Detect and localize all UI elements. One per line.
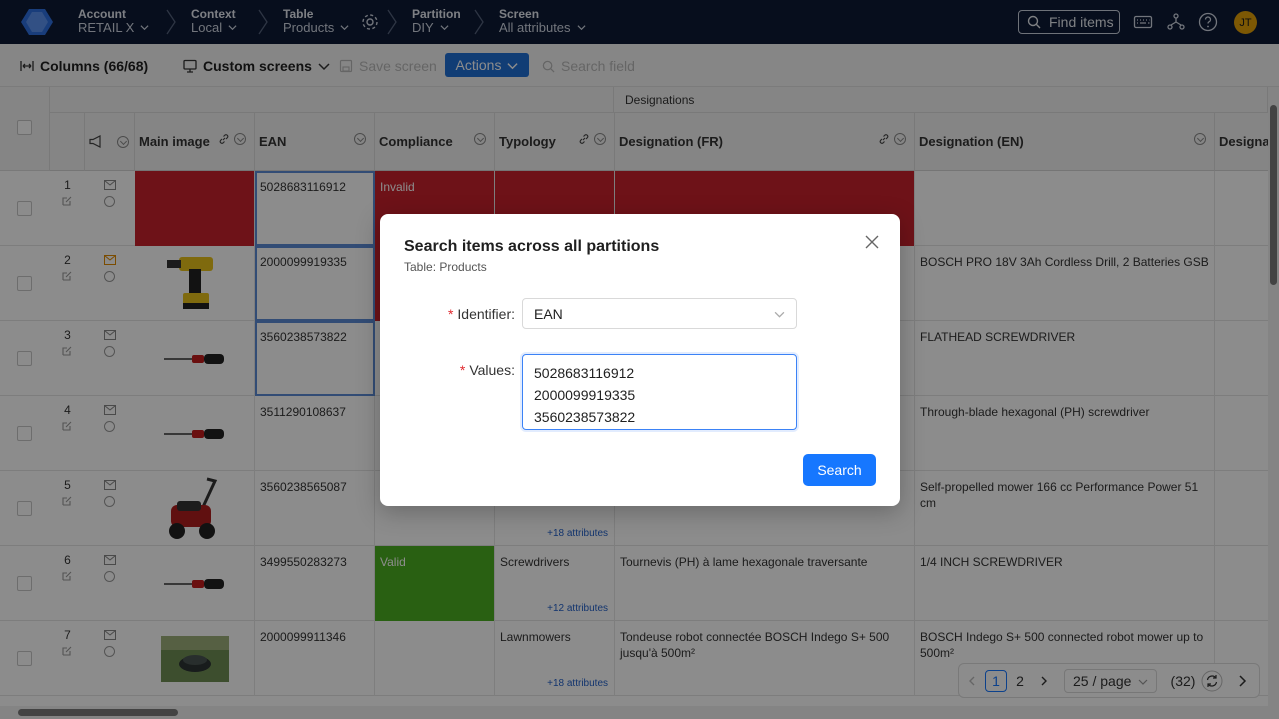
chevron-down-icon (774, 311, 785, 318)
value-line: 3560238573822 (534, 409, 636, 425)
close-icon[interactable] (864, 234, 880, 250)
values-label: * Values: (459, 362, 515, 378)
modal-subtitle: Table: Products (404, 260, 487, 274)
identifier-select[interactable]: EAN (522, 298, 797, 329)
value-line: 2000099919335 (534, 387, 636, 403)
values-textarea[interactable]: 5028683116912 2000099919335 356023857382… (522, 354, 797, 430)
identifier-label: * Identifier: (447, 306, 515, 322)
search-button[interactable]: Search (803, 454, 876, 486)
value-line: 5028683116912 (534, 365, 635, 381)
modal-title: Search items across all partitions (404, 238, 660, 255)
identifier-select-value: EAN (534, 306, 563, 322)
search-items-modal: Search items across all partitions Table… (380, 214, 900, 506)
